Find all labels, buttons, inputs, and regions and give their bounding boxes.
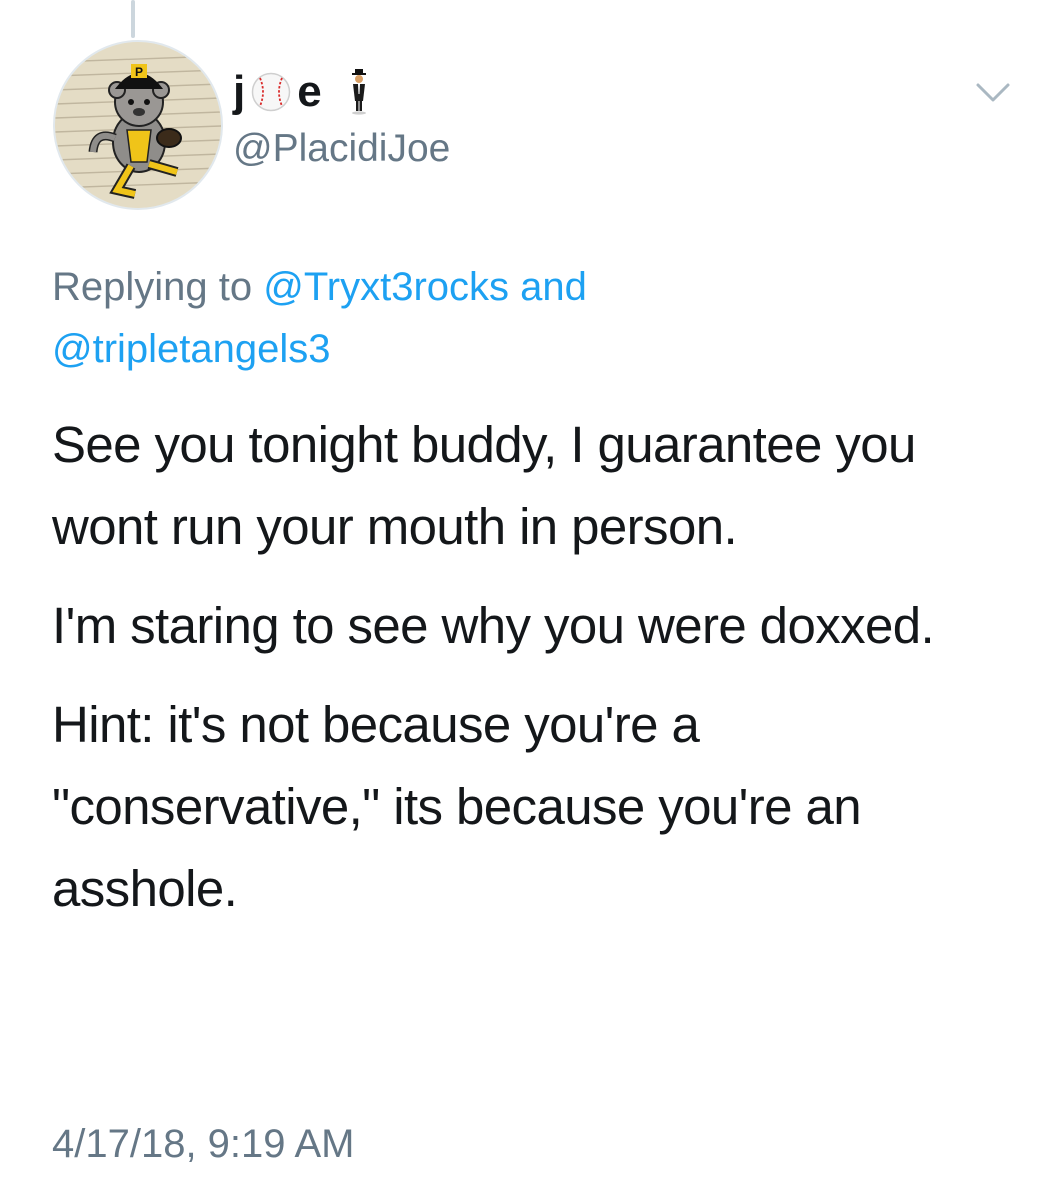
thread-connector-line [131,0,135,38]
tweet-paragraph: I'm staring to see why you were doxxed. [52,597,935,654]
tweet-body: See you tonight buddy, I guarantee you w… [52,404,1032,947]
replying-to-label: Replying to [52,265,264,309]
baseball-icon [251,72,291,112]
mention-link-tripletangels3[interactable]: @tripletangels3 [52,327,331,371]
display-name[interactable]: j e [233,62,370,122]
replying-and-connector: and [509,265,587,309]
mention-link-tryxt3rocks[interactable]: @Tryxt3rocks [263,265,509,309]
chevron-down-icon[interactable] [975,80,1011,104]
display-name-suffix: e [297,67,322,116]
display-name-prefix: j [233,67,246,116]
svg-text:P: P [135,65,143,79]
author-handle[interactable]: @PlacidiJoe [233,124,450,174]
tweet-paragraph: Hint: it's not because you're a "conserv… [52,696,862,917]
avatar[interactable]: P [53,40,223,210]
man-in-suit-levitating-icon [351,69,366,115]
tweet-paragraph: See you tonight buddy, I guarantee you w… [52,416,916,555]
replying-to-line: Replying to @Tryxt3rocks and @tripletange… [52,256,1002,380]
tweet-timestamp[interactable]: 4/17/18, 9:19 AM [52,1118,354,1170]
pirate-bear-mascot-icon: P [55,42,221,208]
